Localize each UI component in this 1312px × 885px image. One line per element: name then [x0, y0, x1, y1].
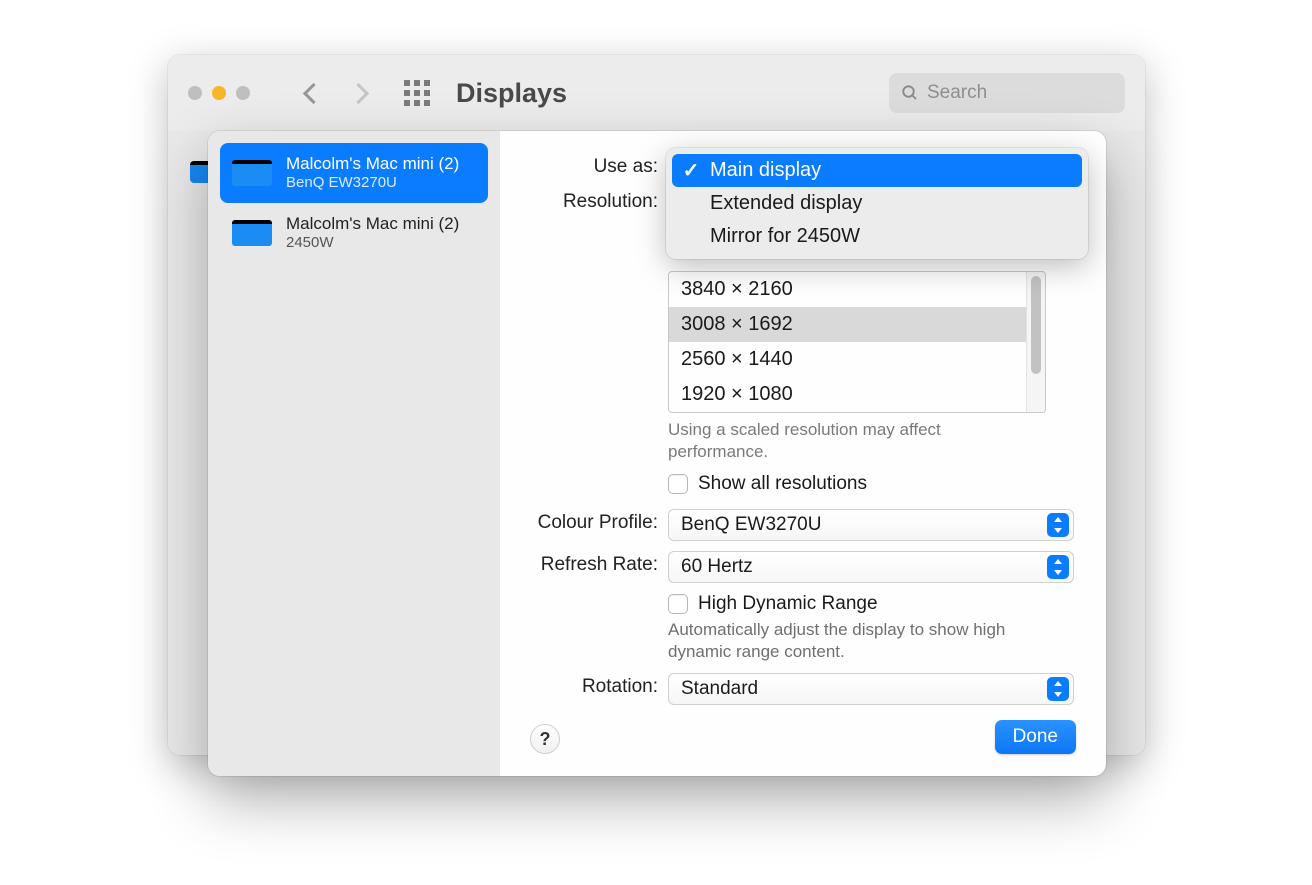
use-as-option-extended[interactable]: ✓ Extended display — [672, 187, 1082, 220]
back-button[interactable] — [303, 82, 324, 103]
use-as-option-label: Extended display — [710, 192, 862, 215]
nav-buttons — [306, 86, 366, 101]
window-traffic-lights[interactable] — [188, 86, 250, 100]
resolution-option[interactable]: 3008 × 1692 — [669, 307, 1026, 342]
use-as-option-main[interactable]: ✓ Main display — [672, 154, 1082, 187]
display-list-item[interactable]: Malcolm's Mac mini (2) 2450W — [220, 203, 488, 263]
colour-profile-label: Colour Profile: — [520, 509, 668, 534]
hdr-description: Automatically adjust the display to show… — [668, 619, 1048, 663]
colour-profile-select[interactable]: BenQ EW3270U — [668, 509, 1074, 541]
select-stepper-icon — [1047, 677, 1069, 701]
use-as-popup-menu[interactable]: ✓ Main display ✓ Extended display ✓ Mirr… — [666, 148, 1088, 259]
refresh-rate-select[interactable]: 60 Hertz — [668, 551, 1074, 583]
rotation-value: Standard — [681, 678, 758, 700]
resolution-option[interactable]: 3840 × 2160 — [669, 272, 1026, 307]
use-as-option-mirror[interactable]: ✓ Mirror for 2450W — [672, 220, 1082, 253]
rotation-select[interactable]: Standard — [668, 673, 1074, 705]
display-list-sidebar: Malcolm's Mac mini (2) BenQ EW3270U Malc… — [208, 131, 500, 776]
search-icon — [901, 84, 919, 102]
hdr-checkbox[interactable] — [668, 594, 688, 614]
minimize-window-icon[interactable] — [212, 86, 226, 100]
use-as-label: Use as: — [520, 153, 668, 178]
use-as-option-label: Mirror for 2450W — [710, 225, 860, 248]
hdr-label: High Dynamic Range — [698, 593, 878, 615]
display-item-title: Malcolm's Mac mini (2) — [286, 153, 459, 174]
use-as-option-label: Main display — [710, 159, 821, 182]
resolution-label: Resolution: — [520, 188, 668, 213]
resolution-hint: Using a scaled resolution may affect per… — [668, 419, 1028, 463]
display-item-subtitle: BenQ EW3270U — [286, 174, 459, 193]
colour-profile-value: BenQ EW3270U — [681, 514, 821, 536]
help-button[interactable]: ? — [530, 724, 560, 754]
search-field[interactable]: Search — [889, 73, 1125, 113]
resolution-option[interactable]: 2560 × 1440 — [669, 342, 1026, 377]
checkmark-icon: ✓ — [682, 158, 700, 183]
refresh-rate-label: Refresh Rate: — [520, 551, 668, 576]
zoom-window-icon[interactable] — [236, 86, 250, 100]
window-title: Displays — [456, 78, 567, 109]
select-stepper-icon — [1047, 555, 1069, 579]
resolution-scrollbar[interactable] — [1026, 272, 1045, 412]
display-item-subtitle: 2450W — [286, 234, 459, 253]
forward-button[interactable] — [348, 82, 369, 103]
resolution-option[interactable]: 1920 × 1080 — [669, 377, 1026, 412]
display-thumbnail-icon — [232, 220, 272, 246]
display-item-title: Malcolm's Mac mini (2) — [286, 213, 459, 234]
close-window-icon[interactable] — [188, 86, 202, 100]
show-all-resolutions-label: Show all resolutions — [698, 473, 867, 495]
done-button[interactable]: Done — [995, 720, 1076, 754]
show-all-resolutions-checkbox[interactable] — [668, 474, 688, 494]
search-placeholder: Search — [927, 82, 987, 104]
show-all-icon[interactable] — [404, 80, 430, 106]
toolbar: Displays Search — [168, 55, 1145, 131]
resolution-list[interactable]: 3840 × 2160 3008 × 1692 2560 × 1440 1920… — [668, 271, 1046, 413]
display-thumbnail-icon — [232, 160, 272, 186]
select-stepper-icon — [1047, 513, 1069, 537]
display-list-item[interactable]: Malcolm's Mac mini (2) BenQ EW3270U — [220, 143, 488, 203]
refresh-rate-value: 60 Hertz — [681, 556, 753, 578]
rotation-label: Rotation: — [520, 673, 668, 698]
